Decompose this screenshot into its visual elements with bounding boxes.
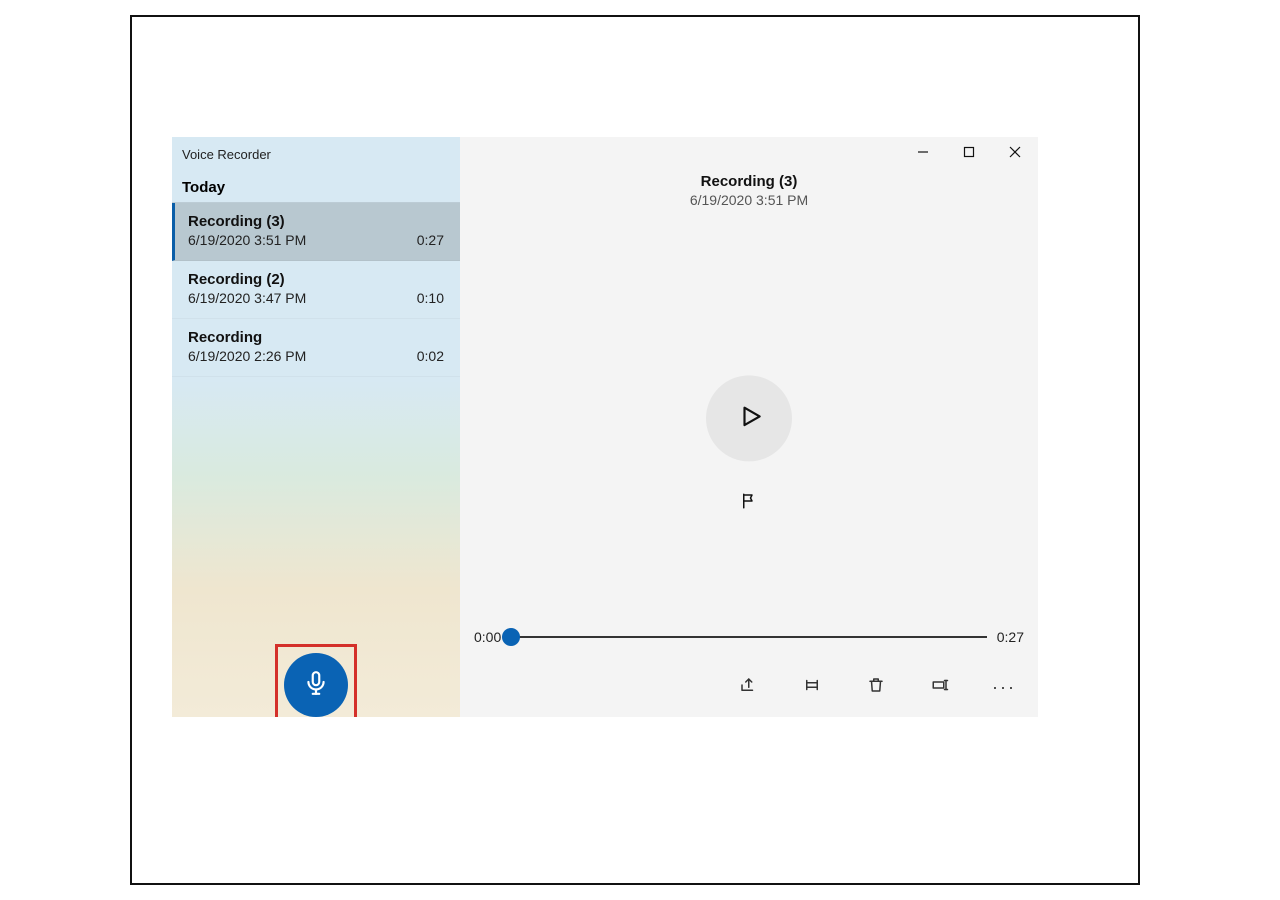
play-button[interactable] xyxy=(706,375,792,461)
recording-item-1[interactable]: Recording (2) 6/19/2020 3:47 PM 0:10 xyxy=(172,261,460,319)
microphone-icon xyxy=(303,670,329,701)
rename-button[interactable] xyxy=(922,669,958,705)
playback-position: 0:00 xyxy=(474,629,501,645)
trim-button[interactable] xyxy=(794,669,830,705)
recording-item-duration: 0:02 xyxy=(417,348,444,364)
delete-button[interactable] xyxy=(858,669,894,705)
playback-track[interactable] xyxy=(511,636,987,638)
player-toolbar: ··· xyxy=(718,663,1034,711)
more-icon: ··· xyxy=(992,677,1016,698)
playback-thumb[interactable] xyxy=(502,628,520,646)
more-button[interactable]: ··· xyxy=(986,669,1022,705)
minimize-icon xyxy=(917,145,929,161)
maximize-icon xyxy=(963,145,975,161)
recording-item-title: Recording xyxy=(188,329,444,346)
playback-duration: 0:27 xyxy=(997,629,1024,645)
recording-item-datetime: 6/19/2020 2:26 PM xyxy=(188,348,306,364)
main-panel: Recording (3) 6/19/2020 3:51 PM xyxy=(460,137,1038,717)
close-button[interactable] xyxy=(992,137,1038,169)
sidebar-group-today: Today xyxy=(172,171,460,203)
voice-recorder-window: Voice Recorder Today Recording (3) 6/19/… xyxy=(172,137,1038,717)
flag-icon xyxy=(740,492,758,515)
recording-item-0[interactable]: Recording (3) 6/19/2020 3:51 PM 0:27 xyxy=(172,203,460,261)
share-icon xyxy=(739,676,757,699)
player-header: Recording (3) 6/19/2020 3:51 PM xyxy=(460,173,1038,208)
rename-icon xyxy=(931,676,949,699)
playback-timeline: 0:00 0:27 xyxy=(474,629,1024,645)
window-controls xyxy=(900,137,1038,169)
player-title: Recording (3) xyxy=(460,173,1038,190)
app-title: Voice Recorder xyxy=(172,137,460,171)
trim-icon xyxy=(803,676,821,699)
recording-item-duration: 0:10 xyxy=(417,290,444,306)
recording-item-title: Recording (3) xyxy=(188,213,444,230)
maximize-button[interactable] xyxy=(946,137,992,169)
recording-item-datetime: 6/19/2020 3:47 PM xyxy=(188,290,306,306)
recording-item-2[interactable]: Recording 6/19/2020 2:26 PM 0:02 xyxy=(172,319,460,377)
minimize-button[interactable] xyxy=(900,137,946,169)
close-icon xyxy=(1009,145,1021,161)
sidebar: Voice Recorder Today Recording (3) 6/19/… xyxy=(172,137,460,717)
recording-item-title: Recording (2) xyxy=(188,271,444,288)
outer-frame: Voice Recorder Today Recording (3) 6/19/… xyxy=(130,15,1140,885)
record-button[interactable] xyxy=(284,653,348,717)
share-button[interactable] xyxy=(730,669,766,705)
recording-item-datetime: 6/19/2020 3:51 PM xyxy=(188,232,306,248)
player-datetime: 6/19/2020 3:51 PM xyxy=(460,192,1038,208)
trash-icon xyxy=(867,676,885,699)
recording-item-duration: 0:27 xyxy=(417,232,444,248)
record-button-highlight xyxy=(275,644,357,717)
add-marker-button[interactable] xyxy=(729,483,769,523)
play-icon xyxy=(734,403,764,434)
